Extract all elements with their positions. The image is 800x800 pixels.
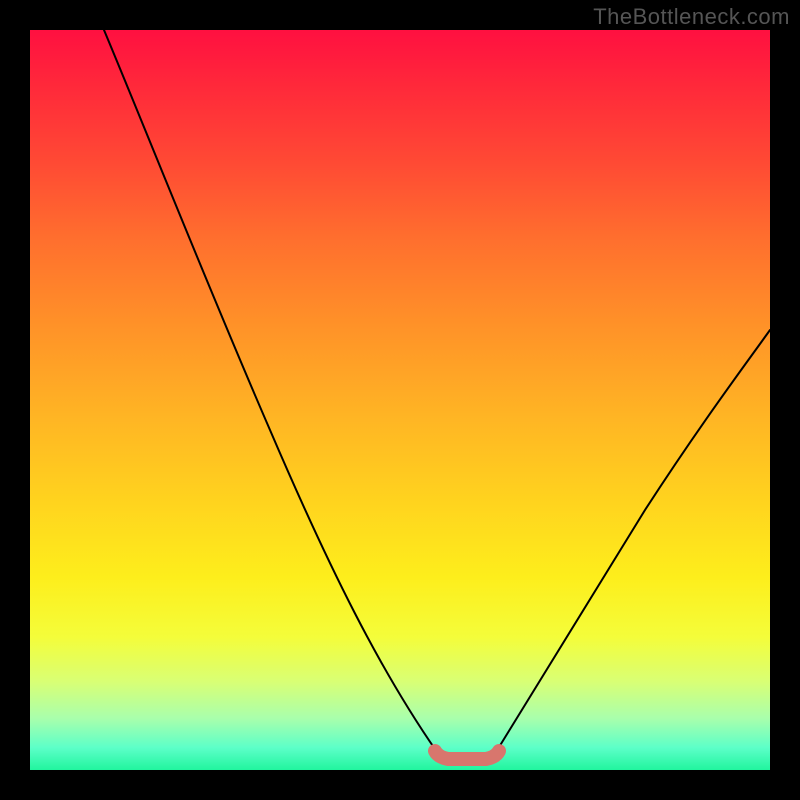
curve-layer — [30, 30, 770, 770]
chart-frame: TheBottleneck.com — [0, 0, 800, 800]
optimal-band-marker — [435, 751, 499, 759]
plot-area — [30, 30, 770, 770]
right-curve — [496, 330, 770, 752]
watermark-text: TheBottleneck.com — [593, 4, 790, 30]
left-curve — [104, 30, 437, 752]
